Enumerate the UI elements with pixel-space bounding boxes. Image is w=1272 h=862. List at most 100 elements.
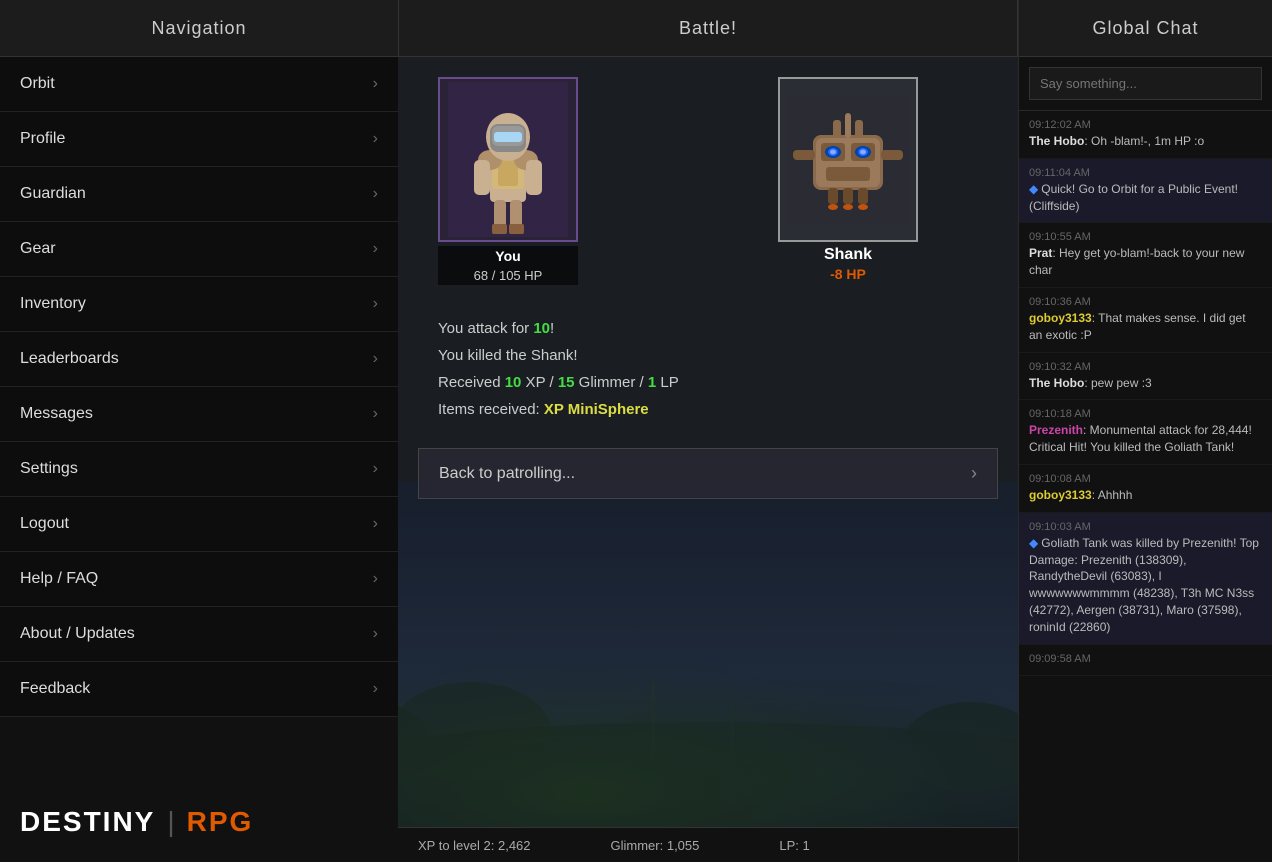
battle-area: You 68 / 105 HP	[398, 57, 1018, 305]
inventory-chevron-icon: ›	[373, 295, 378, 313]
chat-timestamp: 09:12:02 AM	[1029, 119, 1262, 131]
chat-panel: Global Chat 09:12:02 AM The Hobo: Oh -bl…	[1018, 0, 1272, 862]
chat-message: 09:10:32 AM The Hobo: pew pew :3	[1019, 353, 1272, 401]
sidebar-logo: DESTINY | RPG	[0, 782, 398, 862]
chat-timestamp: 09:09:58 AM	[1029, 653, 1262, 665]
sidebar-item-gear[interactable]: Gear ›	[0, 222, 398, 277]
sidebar-header: Navigation	[0, 0, 398, 57]
chat-message: 09:10:36 AM goboy3133: That makes sense.…	[1019, 288, 1272, 353]
leaderboards-chevron-icon: ›	[373, 350, 378, 368]
chat-input[interactable]	[1029, 67, 1262, 100]
sidebar-item-orbit[interactable]: Orbit ›	[0, 57, 398, 112]
gear-chevron-icon: ›	[373, 240, 378, 258]
sidebar-item-help[interactable]: Help / FAQ ›	[0, 552, 398, 607]
back-to-patrolling-label: Back to patrolling...	[439, 465, 575, 483]
logout-chevron-icon: ›	[373, 515, 378, 533]
navigation-title: Navigation	[151, 18, 246, 39]
player-card: You 68 / 105 HP	[438, 77, 578, 285]
chat-title: Global Chat	[1092, 18, 1198, 39]
enemy-frame	[778, 77, 918, 242]
help-label: Help / FAQ	[20, 570, 98, 588]
chat-timestamp: 09:10:03 AM	[1029, 521, 1262, 533]
chat-text: The Hobo: Oh -blam!-, 1m HP :o	[1029, 133, 1262, 150]
about-chevron-icon: ›	[373, 625, 378, 643]
player-frame	[438, 77, 578, 242]
guardian-chevron-icon: ›	[373, 185, 378, 203]
chat-text: Prezenith: Monumental attack for 28,444!…	[1029, 422, 1262, 456]
chat-timestamp: 09:10:18 AM	[1029, 408, 1262, 420]
chat-text: Prat: Hey get yo-blam!-back to your new …	[1029, 245, 1262, 279]
chat-text: The Hobo: pew pew :3	[1029, 375, 1262, 392]
enemy-card: Shank -8 HP	[778, 77, 918, 282]
enemy-sprite	[788, 95, 908, 225]
log-line-1: You attack for 10!	[438, 315, 978, 342]
chat-message: 09:10:55 AM Prat: Hey get yo-blam!-back …	[1019, 223, 1272, 288]
battle-header: Battle!	[398, 0, 1018, 57]
leaderboards-label: Leaderboards	[20, 350, 119, 368]
chat-messages: 09:12:02 AM The Hobo: Oh -blam!-, 1m HP …	[1019, 111, 1272, 862]
sidebar-item-logout[interactable]: Logout ›	[0, 497, 398, 552]
help-chevron-icon: ›	[373, 570, 378, 588]
main-content: Battle!	[398, 0, 1018, 862]
chat-message-system: 09:10:03 AM ◆Goliath Tank was killed by …	[1019, 513, 1272, 645]
settings-chevron-icon: ›	[373, 460, 378, 478]
sidebar-item-leaderboards[interactable]: Leaderboards ›	[0, 332, 398, 387]
sidebar-item-profile[interactable]: Profile ›	[0, 112, 398, 167]
chat-message: 09:12:02 AM The Hobo: Oh -blam!-, 1m HP …	[1019, 111, 1272, 159]
glimmer-status: Glimmer: 1,055	[611, 838, 700, 853]
chat-timestamp: 09:10:08 AM	[1029, 473, 1262, 485]
background-scene	[398, 482, 1018, 832]
logo-divider: |	[167, 806, 174, 838]
logo-rpg: RPG	[187, 806, 254, 838]
chat-timestamp: 09:10:32 AM	[1029, 361, 1262, 373]
inventory-label: Inventory	[20, 295, 86, 313]
chat-text: goboy3133: That makes sense. I did get a…	[1029, 310, 1262, 344]
nav-items: Orbit › Profile › Guardian › Gear › Inve…	[0, 57, 398, 717]
feedback-label: Feedback	[20, 680, 90, 698]
chat-input-area	[1019, 57, 1272, 111]
chat-message: 09:10:08 AM goboy3133: Ahhhh	[1019, 465, 1272, 513]
sidebar-item-guardian[interactable]: Guardian ›	[0, 167, 398, 222]
lp-status: LP: 1	[779, 838, 809, 853]
sidebar: Navigation Orbit › Profile › Guardian › …	[0, 0, 398, 862]
messages-chevron-icon: ›	[373, 405, 378, 423]
back-to-patrolling-arrow-icon: ›	[971, 463, 977, 484]
xp-status: XP to level 2: 2,462	[418, 838, 531, 853]
logo-destiny: DESTINY	[20, 806, 155, 838]
back-to-patrolling-button[interactable]: Back to patrolling... ›	[418, 448, 998, 499]
bg-svg	[398, 482, 1018, 832]
gear-label: Gear	[20, 240, 56, 258]
chat-timestamp: 09:11:04 AM	[1029, 167, 1262, 179]
sidebar-item-inventory[interactable]: Inventory ›	[0, 277, 398, 332]
chat-message: 09:10:18 AM Prezenith: Monumental attack…	[1019, 400, 1272, 465]
chat-message-system: 09:11:04 AM ◆Quick! Go to Orbit for a Pu…	[1019, 159, 1272, 224]
sidebar-item-settings[interactable]: Settings ›	[0, 442, 398, 497]
orbit-label: Orbit	[20, 75, 55, 93]
feedback-chevron-icon: ›	[373, 680, 378, 698]
guardian-label: Guardian	[20, 185, 86, 203]
player-sprite	[448, 82, 568, 237]
log-line-2: You killed the Shank!	[438, 342, 978, 369]
settings-label: Settings	[20, 460, 78, 478]
sidebar-item-feedback[interactable]: Feedback ›	[0, 662, 398, 717]
chat-text: ◆Goliath Tank was killed by Prezenith! T…	[1029, 535, 1262, 636]
chat-text: goboy3133: Ahhhh	[1029, 487, 1262, 504]
sidebar-item-messages[interactable]: Messages ›	[0, 387, 398, 442]
chat-timestamp: 09:10:55 AM	[1029, 231, 1262, 243]
log-line-4: Items received: XP MiniSphere	[438, 396, 978, 423]
player-name: You	[438, 246, 578, 266]
profile-chevron-icon: ›	[373, 130, 378, 148]
logout-label: Logout	[20, 515, 69, 533]
chat-timestamp: 09:10:36 AM	[1029, 296, 1262, 308]
orbit-chevron-icon: ›	[373, 75, 378, 93]
battle-log: You attack for 10! You killed the Shank!…	[398, 305, 1018, 433]
enemy-name: Shank	[824, 242, 872, 266]
chat-header: Global Chat	[1019, 0, 1272, 57]
player-hp: 68 / 105 HP	[438, 266, 578, 285]
messages-label: Messages	[20, 405, 93, 423]
status-bar: XP to level 2: 2,462 Glimmer: 1,055 LP: …	[398, 827, 1018, 862]
chat-text: ◆Quick! Go to Orbit for a Public Event! …	[1029, 181, 1262, 215]
log-line-3: Received 10 XP / 15 Glimmer / 1 LP	[438, 369, 978, 396]
chat-message: 09:09:58 AM	[1019, 645, 1272, 676]
sidebar-item-about[interactable]: About / Updates ›	[0, 607, 398, 662]
